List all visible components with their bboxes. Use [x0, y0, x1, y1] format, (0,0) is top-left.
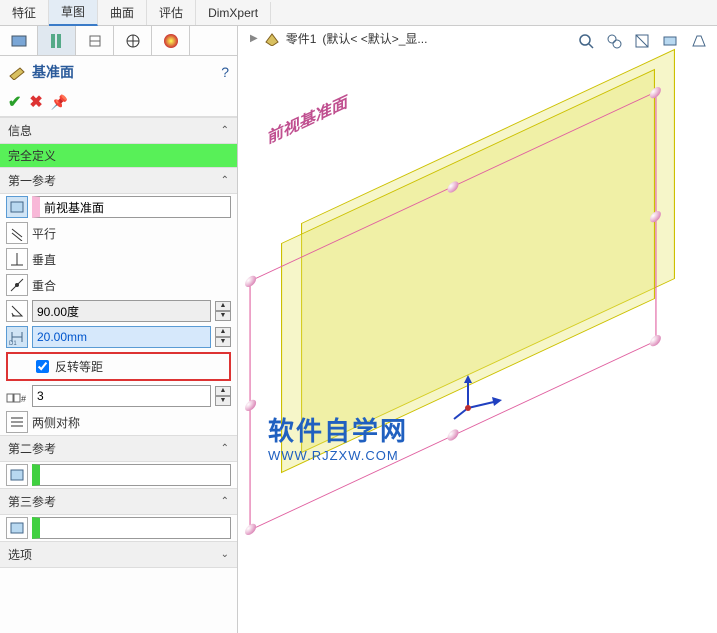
svg-text:#: #	[21, 394, 26, 404]
options-header[interactable]: 选项 ⌄	[0, 541, 237, 568]
plane-handle[interactable]	[245, 274, 256, 289]
help-icon[interactable]: ?	[221, 64, 229, 80]
third-ref-label: 第三参考	[8, 493, 56, 510]
plane-handle[interactable]	[245, 522, 256, 537]
plane-icon	[8, 64, 26, 80]
perspective-icon[interactable]	[687, 30, 709, 52]
pm-tab-dim[interactable]	[114, 26, 152, 55]
pin-button[interactable]: 📌	[51, 94, 68, 111]
breadcrumb-arrow-icon[interactable]: ▶	[250, 33, 258, 44]
breadcrumb: ▶ 零件1 (默认< <默认>_显...	[250, 30, 427, 47]
first-reference-input[interactable]	[32, 196, 231, 218]
second-ref-label: 第二参考	[8, 440, 56, 457]
instance-count-input[interactable]	[32, 385, 211, 407]
pm-tab-property[interactable]	[38, 26, 76, 55]
third-ref-selector-icon[interactable]	[6, 517, 28, 539]
feature-title-row: 基准面 ?	[0, 56, 237, 88]
second-reference-input[interactable]	[32, 464, 231, 486]
instances-icon: #	[6, 385, 28, 407]
pm-tab-feature[interactable]	[0, 26, 38, 55]
section-view-icon[interactable]	[631, 30, 653, 52]
angle-spinner[interactable]: ▲▼	[215, 301, 231, 321]
angle-input[interactable]	[32, 300, 211, 322]
plane-handle[interactable]	[650, 333, 661, 348]
flip-offset-checkbox[interactable]	[36, 360, 49, 373]
symmetric-icon[interactable]	[6, 411, 28, 433]
distance-spinner[interactable]: ▲▼	[215, 327, 231, 347]
breadcrumb-part[interactable]: 零件1	[286, 30, 317, 47]
zoom-area-icon[interactable]	[603, 30, 625, 52]
chevron-up-icon: ⌃	[221, 443, 229, 454]
breadcrumb-config: (默认< <默认>_显...	[322, 30, 427, 47]
perpendicular-label: 垂直	[32, 251, 56, 268]
graphics-viewport[interactable]: ▶ 零件1 (默认< <默认>_显...	[238, 26, 717, 633]
pm-tab-config[interactable]	[76, 26, 114, 55]
angle-icon[interactable]	[6, 300, 28, 322]
info-label: 信息	[8, 122, 32, 139]
watermark: 软件自学网 WWW.RJZXW.COM	[268, 411, 408, 463]
coincident-label: 重合	[32, 277, 56, 294]
first-reference-header[interactable]: 第一参考 ⌃	[0, 167, 237, 194]
tab-evaluate[interactable]: 评估	[147, 0, 196, 25]
face-selector-icon[interactable]	[6, 196, 28, 218]
perpendicular-icon[interactable]	[6, 248, 28, 270]
flip-offset-label: 反转等距	[55, 358, 103, 375]
count-spinner[interactable]: ▲▼	[215, 386, 231, 406]
tab-sketch[interactable]: 草图	[49, 0, 98, 26]
display-style-icon[interactable]	[659, 30, 681, 52]
third-reference-input[interactable]	[32, 517, 231, 539]
parallel-label: 平行	[32, 225, 56, 242]
info-header[interactable]: 信息 ⌃	[0, 117, 237, 144]
chevron-up-icon: ⌃	[221, 175, 229, 186]
tab-dimxpert[interactable]: DimXpert	[196, 2, 271, 24]
confirm-row: ✔ ✖ 📌	[0, 88, 237, 117]
flip-offset-row: 反转等距	[6, 352, 231, 381]
ribbon-tabs: 特征 草图 曲面 评估 DimXpert	[0, 0, 717, 26]
second-ref-selector-icon[interactable]	[6, 464, 28, 486]
accept-button[interactable]: ✔	[8, 92, 21, 112]
view-toolbar	[575, 30, 709, 52]
third-reference-header[interactable]: 第三参考 ⌃	[0, 488, 237, 515]
distance-input[interactable]	[32, 326, 211, 348]
parallel-icon[interactable]	[6, 222, 28, 244]
chevron-up-icon: ⌃	[221, 125, 229, 136]
second-reference-header[interactable]: 第二参考 ⌃	[0, 435, 237, 462]
feature-name: 基准面	[32, 62, 74, 82]
plane-handle[interactable]	[245, 398, 256, 413]
plane-preview	[258, 96, 698, 596]
zoom-fit-icon[interactable]	[575, 30, 597, 52]
svg-text:D1: D1	[9, 341, 17, 345]
status-fully-defined: 完全定义	[0, 144, 237, 167]
watermark-url: WWW.RJZXW.COM	[268, 448, 408, 463]
distance-icon[interactable]: D1	[6, 326, 28, 348]
coincident-icon[interactable]	[6, 274, 28, 296]
origin-triad[interactable]	[448, 373, 508, 423]
cancel-button[interactable]: ✖	[29, 92, 42, 112]
options-label: 选项	[8, 546, 32, 563]
symmetric-label: 两侧对称	[32, 414, 80, 431]
plane-handle[interactable]	[448, 427, 459, 442]
first-ref-label: 第一参考	[8, 172, 56, 189]
tab-surfaces[interactable]: 曲面	[98, 0, 147, 25]
chevron-up-icon: ⌃	[221, 496, 229, 507]
pm-tab-row	[0, 26, 237, 56]
part-icon	[264, 32, 280, 46]
chevron-down-icon: ⌄	[221, 549, 229, 560]
watermark-title: 软件自学网	[268, 411, 408, 448]
tab-features[interactable]: 特征	[0, 0, 49, 25]
property-manager: 基准面 ? ✔ ✖ 📌 信息 ⌃ 完全定义 第一参考 ⌃ 平行 垂直	[0, 26, 238, 633]
pm-tab-appearance[interactable]	[152, 26, 190, 55]
